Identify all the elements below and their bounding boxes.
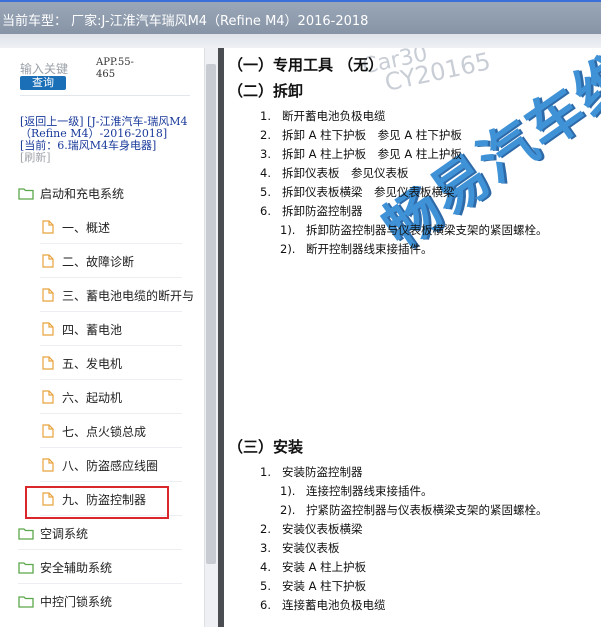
- tree-folder-startup-charging[interactable]: 启动和充电系统: [18, 176, 204, 210]
- document-icon: [42, 288, 54, 302]
- title-bar: 当前车型： 厂家:J-江淮汽车瑞风M4（Refine M4）2016-2018: [0, 0, 601, 34]
- install-step: 5. 安装 A 柱下护板: [260, 579, 367, 593]
- current-node: 6.瑞风M4车身电器]: [57, 139, 157, 152]
- tree-item-label: 三、蓄电池电缆的断开与: [62, 288, 195, 303]
- tree-item-label: 四、蓄电池: [62, 322, 123, 337]
- tree-item-label: 七、点火锁总成: [62, 424, 147, 439]
- tree-item-label: 八、防盗感应线圈: [62, 458, 159, 473]
- removal-substep: 2). 断开控制器线束接插件。: [280, 242, 433, 256]
- tree-doc-diagnosis[interactable]: 二、故障诊断: [40, 244, 204, 278]
- search-button[interactable]: 查询: [20, 76, 66, 90]
- search-input[interactable]: 输入关键: [20, 60, 68, 77]
- tree-doc-starter[interactable]: 六、起动机: [40, 380, 204, 414]
- document-icon: [42, 220, 54, 234]
- tree-item-label: 二、故障诊断: [62, 254, 135, 269]
- breadcrumb: [返回上一级] [J-江淮汽车-瑞风M4（Refine M4）-2016-201…: [20, 116, 190, 164]
- selected-item-highlight: [25, 486, 169, 519]
- folder-icon: [18, 562, 34, 574]
- tree-item-label: 启动和充电系统: [40, 186, 125, 201]
- document-icon: [42, 356, 54, 370]
- document-icon: [42, 390, 54, 404]
- install-step: 1. 安装防盗控制器: [260, 465, 363, 479]
- document-icon: [42, 254, 54, 268]
- current-vehicle-title: 当前车型： 厂家:J-江淮汽车瑞风M4（Refine M4）2016-2018: [2, 14, 369, 29]
- install-step: 3. 安装仪表板: [260, 541, 340, 555]
- document-icon: [42, 458, 54, 472]
- removal-step: 3. 拆卸 A 柱上护板 参见 A 柱上护板: [260, 147, 462, 161]
- document-icon: [42, 322, 54, 336]
- folder-icon: [18, 528, 34, 540]
- install-step: 6. 连接蓄电池负极电缆: [260, 598, 386, 612]
- tree-doc-antitheft-coil[interactable]: 八、防盗感应线圈: [40, 448, 204, 482]
- removal-step: 1. 断开蓄电池负极电缆: [260, 109, 386, 123]
- tree-doc-overview[interactable]: 一、概述: [40, 210, 204, 244]
- folder-icon: [18, 596, 34, 608]
- tree-item-label: 六、起动机: [62, 390, 123, 405]
- tree-item-label: 一、概述: [62, 220, 111, 235]
- install-substep: 1). 连接控制器线束接插件。: [280, 484, 433, 498]
- install-substep: 2). 拧紧防盗控制器与仪表板横梁支架的紧固螺栓。: [280, 503, 548, 517]
- install-step: 2. 安装仪表板横梁: [260, 522, 363, 536]
- removal-step: 6. 拆卸防盗控制器: [260, 204, 363, 218]
- removal-step: 4. 拆卸仪表板 参见仪表板: [260, 166, 409, 180]
- refresh-link[interactable]: [刷新]: [20, 151, 51, 164]
- removal-step: 2. 拆卸 A 柱下护板 参见 A 柱下护板: [260, 128, 462, 142]
- install-step: 4. 安装 A 柱上护板: [260, 560, 367, 574]
- tree-doc-battery[interactable]: 四、蓄电池: [40, 312, 204, 346]
- tree-folder-central-lock[interactable]: 中控门锁系统: [18, 584, 204, 618]
- scrollbar-thumb[interactable]: [206, 64, 216, 564]
- content-pane: Car30 CY20165 畅易汽车维 （一）专用工具 （无） （二）拆卸 1.…: [224, 48, 601, 627]
- section-install: （三）安装: [228, 438, 304, 456]
- removal-step: 5. 拆卸仪表板横梁 参见仪表板横梁: [260, 185, 455, 199]
- tree-item-label: 安全辅助系统: [40, 560, 113, 575]
- tree-item-label: 空调系统: [40, 526, 89, 541]
- title-gutter: [0, 34, 601, 48]
- section-special-tools: （一）专用工具 （无）: [228, 56, 384, 74]
- tree-doc-ignition-lock[interactable]: 七、点火锁总成: [40, 414, 204, 448]
- app-version: APP.55-465: [96, 57, 134, 80]
- tree-item-label: 中控门锁系统: [40, 594, 113, 609]
- tree-doc-generator[interactable]: 五、发电机: [40, 346, 204, 380]
- tree-folder-ac[interactable]: 空调系统: [18, 516, 204, 550]
- search-divider: [20, 95, 190, 96]
- tree-folder-safety[interactable]: 安全辅助系统: [18, 550, 204, 584]
- folder-icon: [18, 188, 34, 200]
- removal-substep: 1). 拆卸防盗控制器与仪表板横梁支架的紧固螺栓。: [280, 223, 548, 237]
- tree-item-label: 五、发电机: [62, 356, 123, 371]
- sidebar: 输入关键 查询 APP.55-465 [返回上一级] [J-江淮汽车-瑞风M4（…: [0, 48, 204, 627]
- section-removal: （二）拆卸: [228, 82, 304, 100]
- tree-doc-battery-cable[interactable]: 三、蓄电池电缆的断开与: [40, 278, 204, 312]
- document-icon: [42, 424, 54, 438]
